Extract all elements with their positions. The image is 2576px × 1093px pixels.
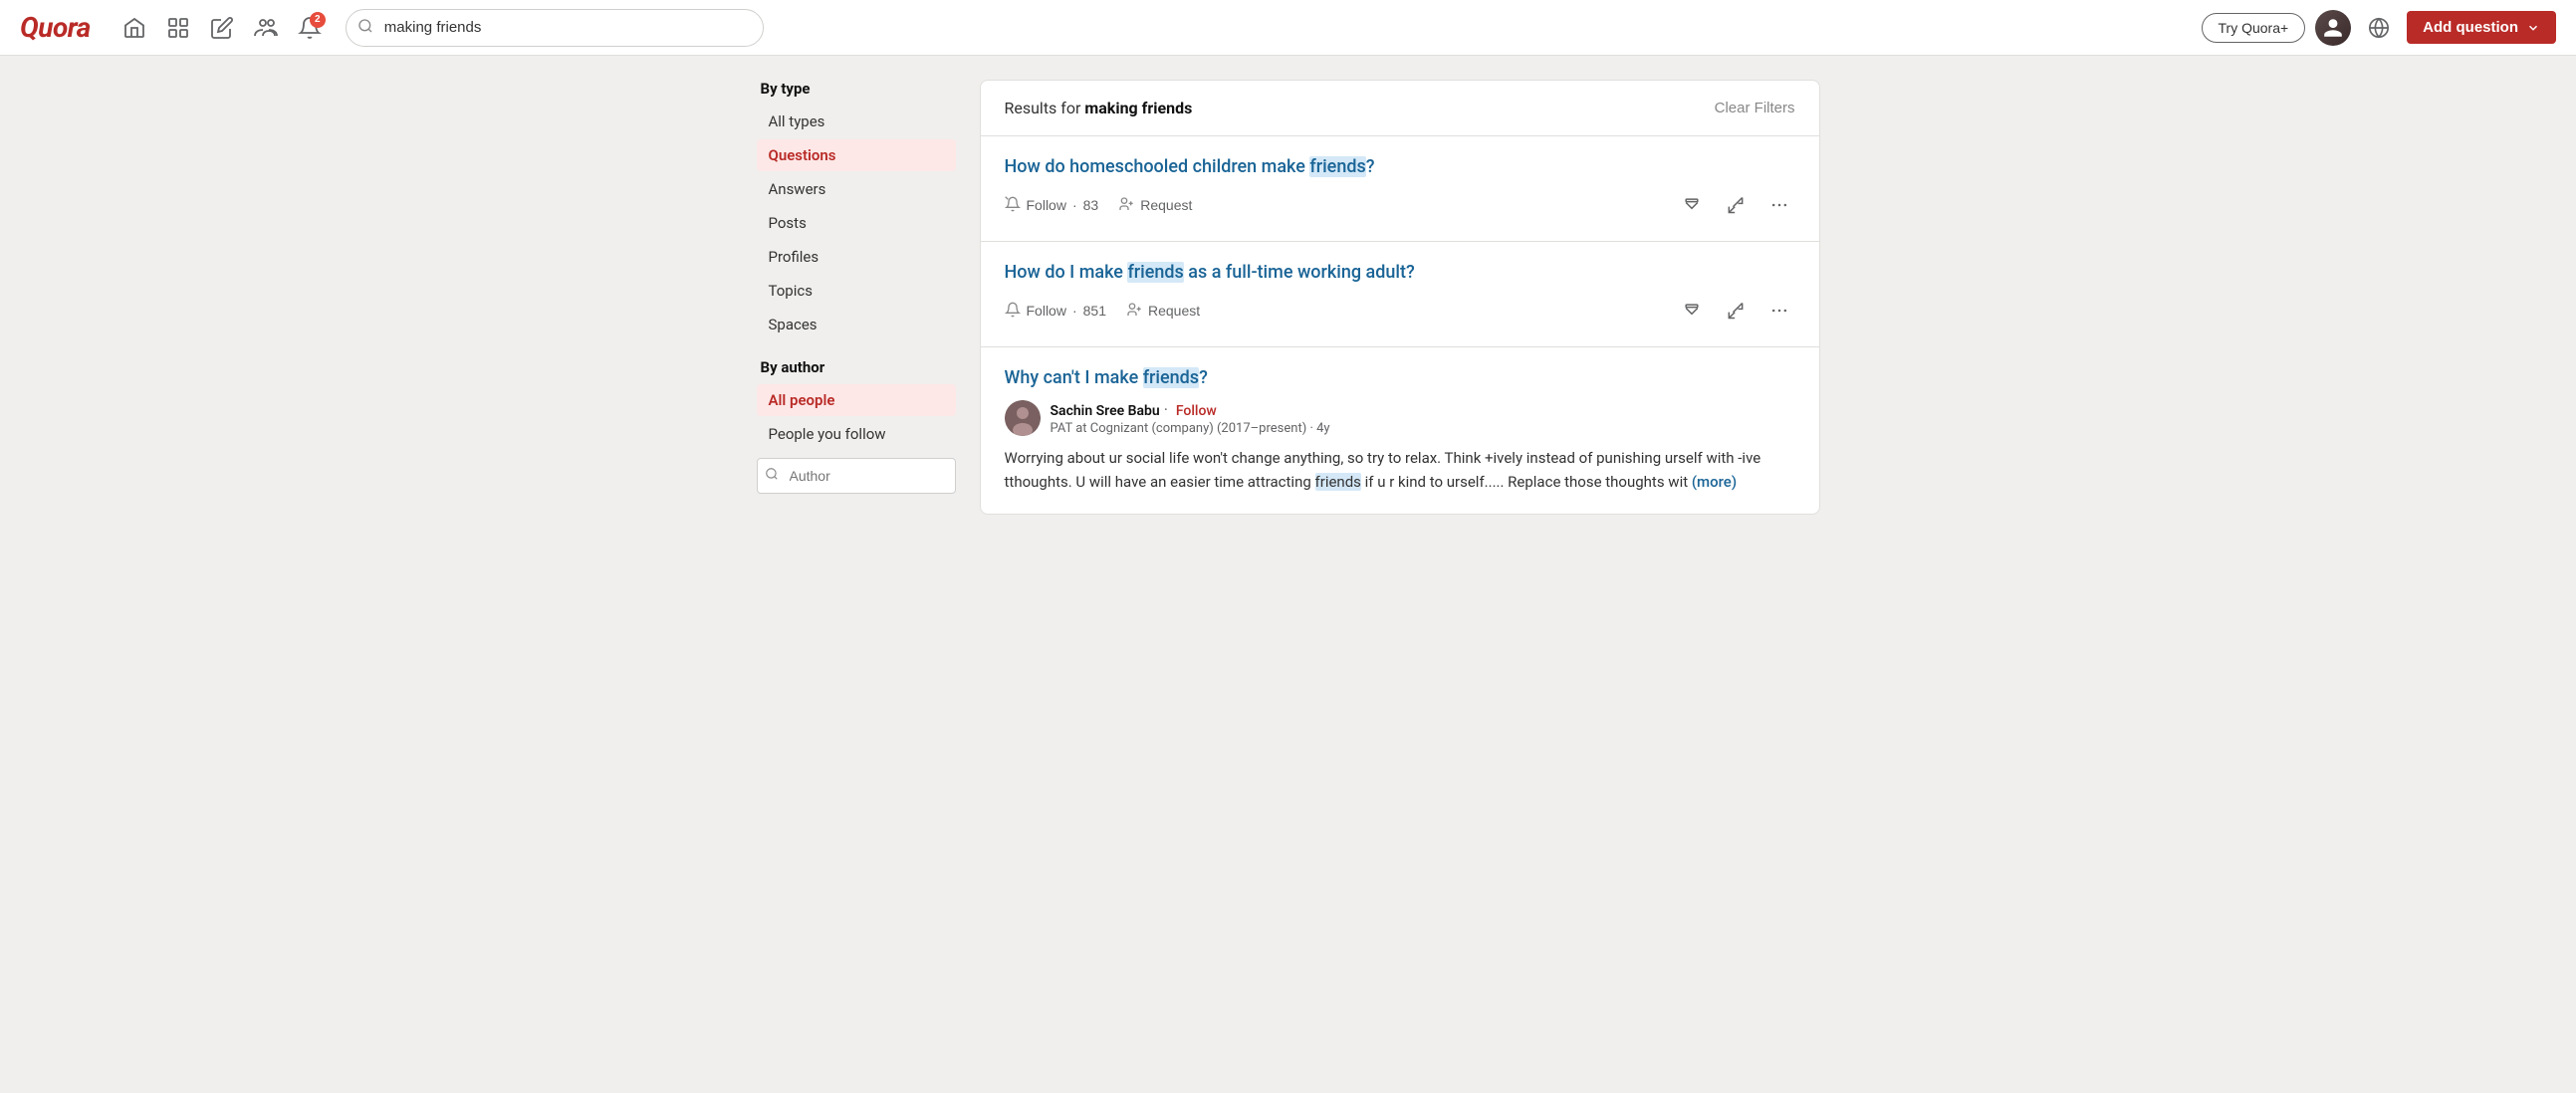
sidebar-item-topics[interactable]: Topics	[757, 275, 956, 307]
request-icon	[1126, 302, 1142, 321]
follow-button[interactable]: Follow · 83	[1005, 192, 1099, 219]
sidebar-item-people-you-follow[interactable]: People you follow	[757, 418, 956, 450]
sidebar-item-all-types[interactable]: All types	[757, 106, 956, 137]
by-author-heading: By author	[757, 358, 956, 376]
downvote-icon	[1682, 301, 1702, 321]
sidebar-item-posts[interactable]: Posts	[757, 207, 956, 239]
home-nav-button[interactable]	[115, 8, 154, 48]
notifications-nav-button[interactable]: 2	[290, 8, 330, 48]
author-search-icon	[765, 467, 779, 485]
clear-filters-button[interactable]: Clear Filters	[1715, 100, 1795, 116]
main-content: Results for making friends Clear Filters…	[980, 80, 1820, 515]
more-icon	[1769, 195, 1789, 215]
by-type-heading: By type	[757, 80, 956, 98]
avatar	[2315, 10, 2351, 46]
follow-icon	[1005, 196, 1021, 215]
request-icon	[1118, 196, 1134, 215]
author-name: Sachin Sree Babu	[1051, 403, 1160, 419]
highlight-text: friends	[1143, 367, 1199, 388]
question-link[interactable]: Why can't I make friends?	[1005, 367, 1795, 388]
question-actions-right	[1676, 295, 1795, 327]
downvote-icon	[1682, 195, 1702, 215]
results-title: Results for making friends	[1005, 99, 1193, 117]
notification-badge: 2	[310, 12, 326, 28]
share-icon	[1726, 301, 1746, 321]
feed-nav-button[interactable]	[158, 8, 198, 48]
author-name-row: Sachin Sree Babu · Follow	[1051, 400, 1330, 419]
more-icon	[1769, 301, 1789, 321]
globe-icon	[2368, 17, 2390, 39]
language-button[interactable]	[2361, 10, 2397, 46]
share-icon	[1726, 195, 1746, 215]
author-follow-button[interactable]: Follow	[1176, 403, 1217, 419]
result-item: Why can't I make friends?	[981, 347, 1819, 514]
result-item: How do I make friends as a full-time wor…	[981, 242, 1819, 347]
highlight-text: friends	[1315, 473, 1361, 491]
question-actions: Follow · 851	[1005, 295, 1795, 327]
result-item: How do homeschooled children make friend…	[981, 136, 1819, 242]
question-link[interactable]: How do homeschooled children make friend…	[1005, 156, 1795, 177]
author-meta: PAT at Cognizant (company) (2017–present…	[1051, 421, 1330, 436]
question-actions-right	[1676, 189, 1795, 221]
user-avatar-button[interactable]	[2315, 10, 2351, 46]
sidebar-item-answers[interactable]: Answers	[757, 173, 956, 205]
try-quora-button[interactable]: Try Quora+	[2202, 13, 2306, 43]
write-nav-button[interactable]	[202, 8, 242, 48]
answer-header: Sachin Sree Babu · Follow PAT at Cogniza…	[1005, 400, 1795, 436]
author-info: Sachin Sree Babu · Follow PAT at Cogniza…	[1051, 400, 1330, 436]
question-actions-left: Follow · 851	[1005, 298, 1201, 325]
downvote-button[interactable]	[1676, 189, 1708, 221]
page-layout: By type All types Questions Answers Post…	[741, 56, 1836, 539]
search-bar: making friends	[346, 9, 764, 47]
site-header: Quora	[0, 0, 2576, 56]
request-button[interactable]: Request	[1126, 298, 1200, 325]
sidebar-divider	[757, 342, 956, 358]
answer-text: Worrying about ur social life won't chan…	[1005, 446, 1795, 494]
share-button[interactable]	[1720, 189, 1752, 221]
more-link[interactable]: (more)	[1692, 473, 1737, 491]
spaces-nav-button[interactable]	[246, 8, 286, 48]
highlight-text: friends	[1127, 262, 1183, 283]
add-question-button[interactable]: Add question	[2407, 11, 2556, 44]
sidebar-item-profiles[interactable]: Profiles	[757, 241, 956, 273]
avatar-circle	[1005, 400, 1041, 436]
author-avatar	[1005, 400, 1041, 436]
more-options-button[interactable]	[1763, 295, 1795, 327]
sidebar: By type All types Questions Answers Post…	[757, 80, 956, 515]
quora-logo[interactable]: Quora	[20, 11, 91, 44]
header-right: Try Quora+ Add question	[2202, 10, 2557, 46]
sidebar-item-all-people[interactable]: All people	[757, 384, 956, 416]
highlight-text: friends	[1309, 156, 1365, 177]
follow-icon	[1005, 302, 1021, 321]
edit-icon	[210, 16, 234, 40]
search-input[interactable]: making friends	[346, 9, 764, 47]
home-icon	[122, 16, 146, 40]
sidebar-item-spaces[interactable]: Spaces	[757, 309, 956, 340]
share-button[interactable]	[1720, 295, 1752, 327]
question-actions: Follow · 83	[1005, 189, 1795, 221]
nav-icons: 2	[115, 8, 330, 48]
chevron-down-icon	[2526, 21, 2540, 35]
downvote-button[interactable]	[1676, 295, 1708, 327]
question-actions-left: Follow · 83	[1005, 192, 1193, 219]
results-header: Results for making friends Clear Filters	[981, 81, 1819, 136]
sidebar-item-questions[interactable]: Questions	[757, 139, 956, 171]
spaces-icon	[254, 16, 278, 40]
search-icon	[357, 18, 373, 38]
question-link[interactable]: How do I make friends as a full-time wor…	[1005, 262, 1795, 283]
results-panel: Results for making friends Clear Filters…	[980, 80, 1820, 515]
author-input-wrap	[757, 458, 956, 494]
more-options-button[interactable]	[1763, 189, 1795, 221]
author-search-input[interactable]	[757, 458, 956, 494]
feed-icon	[166, 16, 190, 40]
request-button[interactable]: Request	[1118, 192, 1192, 219]
follow-button[interactable]: Follow · 851	[1005, 298, 1107, 325]
